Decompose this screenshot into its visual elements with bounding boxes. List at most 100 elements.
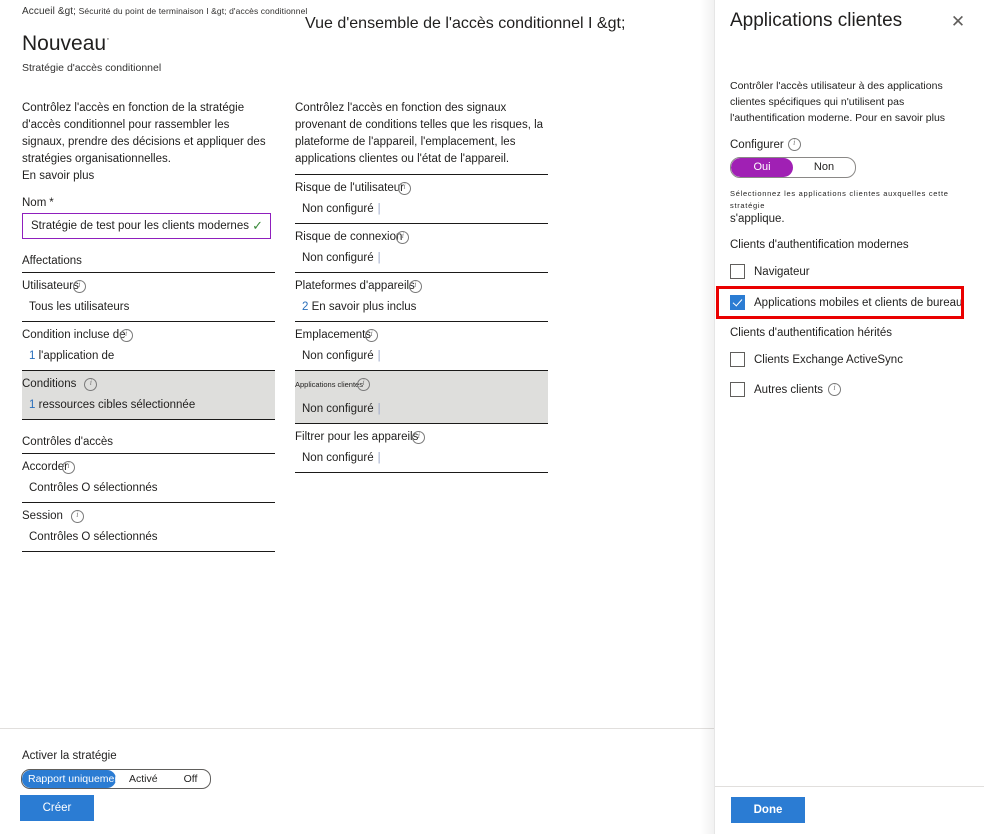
row-label: Condition incluse de — [22, 328, 275, 343]
breadcrumb-home[interactable]: Accueil &gt; — [22, 6, 76, 17]
row-label: Accorder — [22, 460, 275, 475]
checkbox-label: Applications mobiles et clients de burea… — [754, 296, 963, 309]
left-learn-more[interactable]: En savoir plus — [22, 168, 275, 185]
row-risque-utilisateur[interactable]: Risque de l'utilisateur Non configuré| — [295, 174, 548, 224]
checkmark-icon: ✓ — [252, 218, 263, 233]
row-value: Contrôles O sélectionnés — [22, 531, 275, 543]
overview-title: Vue d'ensemble de l'accès conditionnel I… — [305, 15, 626, 32]
info-icon[interactable] — [412, 430, 426, 444]
name-input-value[interactable]: Stratégie de test pour les clients moder… — [23, 220, 252, 232]
row-label-text: Plateformes d'appareils — [295, 280, 415, 292]
configure-toggle[interactable]: Oui Non — [730, 157, 856, 178]
checkbox-unchecked-icon[interactable] — [730, 264, 745, 279]
info-icon[interactable] — [119, 328, 133, 342]
close-icon[interactable]: ✕ — [948, 12, 968, 32]
info-icon[interactable] — [365, 328, 379, 342]
left-description-text: Contrôlez l'accès en fonction de la stra… — [22, 102, 266, 165]
row-value-text: Non configuré — [302, 252, 374, 264]
group-legacy-auth: Clients d'authentification hérités — [730, 327, 893, 339]
panel-footer: Done — [715, 786, 984, 835]
row-value-text: Non configuré — [302, 452, 374, 464]
checkbox-unchecked-icon[interactable] — [730, 352, 745, 367]
row-value-text: Contrôles O sélectionnés — [29, 482, 158, 494]
panel-description: Contrôler l'accès utilisateur à des appl… — [730, 80, 946, 124]
panel-shadow — [700, 0, 714, 834]
row-value: Tous les utilisateurs — [22, 301, 275, 313]
row-condition-incluse[interactable]: Condition incluse de 1 l'application de — [22, 322, 275, 371]
row-count: 1 — [29, 350, 36, 362]
segment-off[interactable]: Off — [171, 770, 211, 788]
row-value: 2 En savoir plus inclus — [295, 301, 548, 313]
row-value: Non configuré | — [295, 203, 548, 215]
row-label-text: Filtrer pour les appareils — [295, 431, 419, 443]
row-value-text: Contrôles O sélectionnés — [29, 531, 158, 543]
row-filtrer-appareils[interactable]: Filtrer pour les appareils Non configuré… — [295, 424, 548, 473]
row-caret: | — [377, 350, 381, 362]
row-label: Filtrer pour les appareils — [295, 430, 548, 445]
title-trailing-dot: · — [106, 33, 110, 45]
row-value-text: Non configuré — [302, 403, 374, 415]
assignments-section: Affectations Utilisateurs Tous les utili… — [22, 255, 275, 420]
toggle-option-non[interactable]: Non — [793, 158, 855, 177]
checkbox-row-autres-clients[interactable]: Autres clients — [730, 382, 975, 397]
row-emplacements[interactable]: Emplacements Non configuré| — [295, 322, 548, 371]
client-apps-panel: Applications clientes ✕ Contrôler l'accè… — [714, 0, 984, 835]
done-button[interactable]: Done — [731, 797, 805, 823]
checkbox-unchecked-icon[interactable] — [730, 382, 745, 397]
middle-description: Contrôlez l'accès en fonction des signau… — [295, 100, 548, 168]
row-conditions[interactable]: Conditions 1 ressources cibles sélection… — [22, 371, 275, 420]
access-controls-title: Contrôles d'accès — [22, 436, 275, 454]
row-label: Utilisateurs — [22, 279, 275, 294]
row-label-text: Applications clientes — [295, 380, 363, 389]
checkbox-row-mobile-desktop[interactable]: Applications mobiles et clients de burea… — [716, 286, 975, 319]
breadcrumb[interactable]: Accueil &gt; Sécurité du point de termin… — [22, 6, 312, 17]
row-label: Emplacements — [295, 328, 548, 343]
row-value-text: Non configuré — [302, 350, 374, 362]
row-value-text: l'application de — [38, 350, 115, 362]
required-asterisk: * — [49, 197, 54, 209]
info-icon[interactable] — [787, 137, 801, 151]
panel-hint-line1: Sélectionnez les applications clientes a… — [730, 189, 949, 210]
segment-report-only[interactable]: Rapport uniquement — [22, 770, 116, 788]
row-utilisateurs[interactable]: Utilisateurs Tous les utilisateurs — [22, 273, 275, 322]
row-label: Applications clientes — [295, 377, 548, 392]
group-modern-auth: Clients d'authentification modernes — [730, 239, 909, 251]
name-input[interactable]: Stratégie de test pour les clients moder… — [22, 213, 271, 239]
info-icon[interactable] — [72, 279, 86, 293]
page-title: Nouveau· — [22, 32, 110, 56]
row-caret: | — [377, 403, 381, 415]
page-subtitle: Stratégie d'accès conditionnel — [22, 62, 162, 74]
checkbox-label: Navigateur — [754, 265, 810, 278]
row-value-text: ressources cibles sélectionnée — [38, 399, 196, 411]
checkbox-row-navigateur[interactable]: Navigateur — [730, 264, 975, 279]
info-icon[interactable] — [70, 509, 84, 523]
panel-body: Contrôler l'accès utilisateur à des appl… — [716, 78, 975, 397]
info-icon[interactable] — [397, 181, 411, 195]
create-button[interactable]: Créer — [20, 795, 94, 821]
row-label-text: Utilisateurs — [22, 280, 79, 292]
info-icon[interactable] — [408, 279, 422, 293]
info-icon[interactable] — [828, 382, 842, 396]
row-session[interactable]: Session Contrôles O sélectionnés — [22, 503, 275, 552]
row-plateformes-appareils[interactable]: Plateformes d'appareils 2 En savoir plus… — [295, 273, 548, 322]
info-icon[interactable] — [84, 377, 98, 391]
checkbox-row-exchange-activesync[interactable]: Clients Exchange ActiveSync — [730, 352, 975, 367]
row-value-text: Tous les utilisateurs — [29, 301, 130, 313]
row-applications-clientes[interactable]: Applications clientes Non configuré| — [295, 371, 548, 424]
configure-label-text: Configurer — [730, 138, 784, 151]
row-accorder[interactable]: Accorder Contrôles O sélectionnés — [22, 454, 275, 503]
breadcrumb-path[interactable]: Sécurité du point de terminaison I &gt; … — [79, 6, 308, 16]
conditions-section: Risque de l'utilisateur Non configuré| R… — [295, 174, 548, 473]
info-icon[interactable] — [356, 377, 370, 391]
info-icon[interactable] — [396, 230, 410, 244]
name-label-text: Nom — [22, 197, 47, 209]
checkbox-checked-icon[interactable] — [730, 295, 745, 310]
row-label-text: Session — [22, 510, 63, 522]
segment-on[interactable]: Activé — [116, 770, 171, 788]
row-value-text: En savoir plus inclus — [311, 301, 417, 313]
toggle-option-oui[interactable]: Oui — [731, 158, 793, 177]
info-icon[interactable] — [62, 460, 76, 474]
enable-policy-toggle[interactable]: Rapport uniquement Activé Off — [21, 769, 212, 789]
row-risque-connexion[interactable]: Risque de connexion Non configuré| — [295, 224, 548, 273]
row-value: 1 l'application de — [22, 350, 275, 362]
